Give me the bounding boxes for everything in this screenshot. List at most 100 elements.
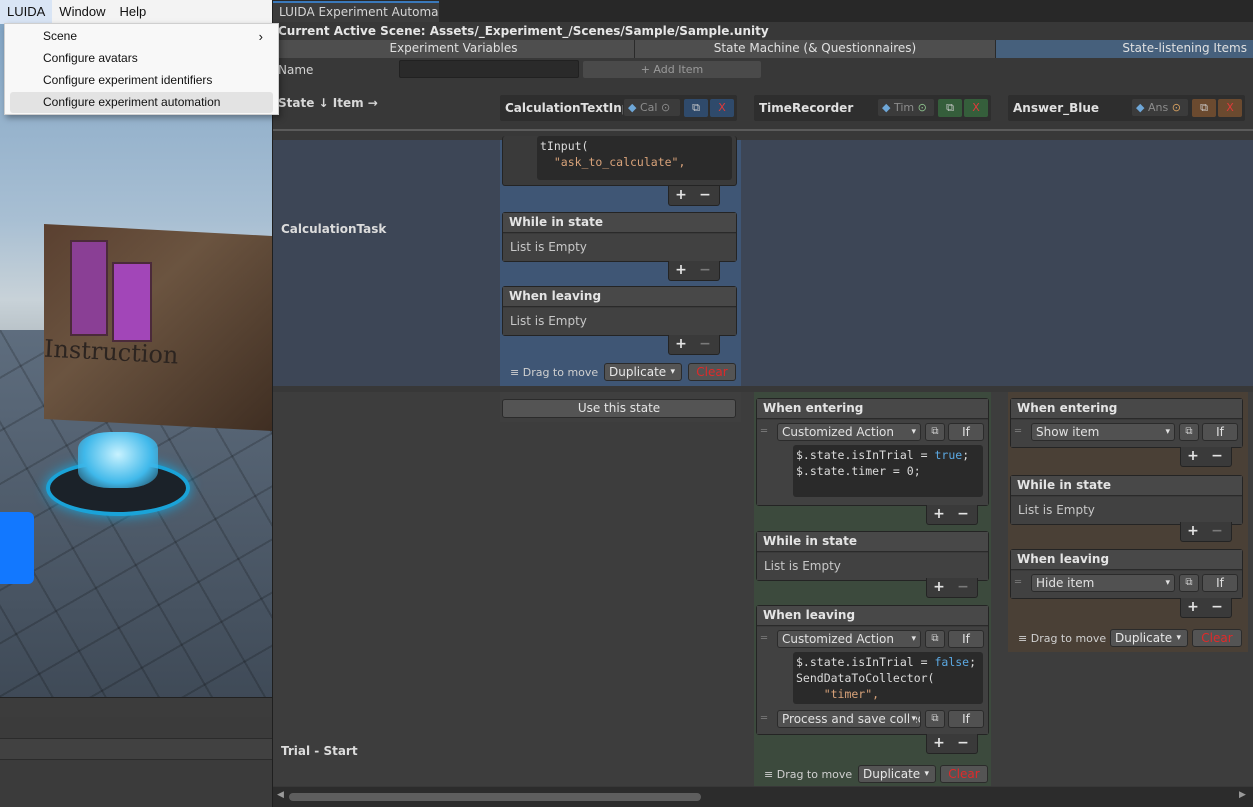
code-editor[interactable]: tInput( "ask_to_calculate", xyxy=(537,136,732,180)
add-button[interactable]: + xyxy=(927,578,951,596)
scroll-left-icon[interactable]: ◀ xyxy=(277,790,284,800)
scroll-right-icon[interactable]: ▶ xyxy=(1239,790,1246,800)
pick-icon[interactable]: ⊙ xyxy=(918,101,927,114)
drag-handle[interactable]: ≡ Drag to move xyxy=(510,366,598,379)
when-entering-block: When entering ═ Show item ▾ ⧉ If xyxy=(1010,398,1243,448)
link-icon: ⧉ xyxy=(946,101,954,114)
pick-icon[interactable]: ⊙ xyxy=(661,101,670,114)
tab-state-listening-items[interactable]: State-listening Items xyxy=(996,40,1253,58)
empty-list-label: List is Empty xyxy=(1018,503,1095,517)
object-field[interactable]: ◆ Ans ⊙ xyxy=(1132,99,1188,116)
drag-handle[interactable]: ≡ Drag to move xyxy=(1018,632,1106,645)
tab-experiment-variables[interactable]: Experiment Variables xyxy=(273,40,635,58)
menu-item-configure-avatars[interactable]: Configure avatars xyxy=(10,48,273,69)
duplicate-button[interactable]: Duplicate ▾ xyxy=(1110,629,1188,647)
if-condition-button[interactable]: If xyxy=(948,710,984,728)
chevron-down-icon: ▾ xyxy=(1176,633,1181,643)
link-button[interactable]: ⧉ xyxy=(938,99,962,117)
remove-button[interactable]: − xyxy=(1205,522,1229,540)
state-label: CalculationTask xyxy=(281,222,387,236)
add-button[interactable]: + xyxy=(1181,598,1205,616)
object-field[interactable]: ◆ Tim ⊙ xyxy=(878,99,934,116)
add-button[interactable]: + xyxy=(1181,522,1205,540)
link-icon: ⧉ xyxy=(931,713,939,724)
use-this-state-button[interactable]: Use this state xyxy=(502,399,736,418)
link-button[interactable]: ⧉ xyxy=(925,710,945,728)
remove-button[interactable]: − xyxy=(951,734,975,752)
action-type-dropdown[interactable]: Customized Action ▾ xyxy=(777,630,921,648)
reorder-handle[interactable]: ═ xyxy=(761,423,771,441)
action-type-dropdown[interactable]: Show item ▾ xyxy=(1031,423,1175,441)
scrollbar-thumb[interactable] xyxy=(289,793,701,801)
scene-lower-toolbar xyxy=(0,697,272,717)
remove-button[interactable]: − xyxy=(693,335,717,353)
duplicate-button[interactable]: Duplicate ▾ xyxy=(858,765,936,783)
remove-button[interactable]: − xyxy=(693,261,717,279)
reorder-handle[interactable]: ═ xyxy=(1015,574,1025,592)
add-button[interactable]: + xyxy=(927,734,951,752)
pick-icon[interactable]: ⊙ xyxy=(1172,101,1181,114)
link-icon: ⧉ xyxy=(1185,577,1193,588)
link-button[interactable]: ⧉ xyxy=(925,630,945,648)
chevron-down-icon: ▾ xyxy=(909,711,916,727)
code-editor[interactable]: $.state.isInTrial = true; $.state.timer =… xyxy=(793,445,983,497)
tab-state-machine[interactable]: State Machine (& Questionnaires) xyxy=(635,40,996,58)
drag-handle[interactable]: ≡ Drag to move xyxy=(764,768,852,781)
empty-list-label: List is Empty xyxy=(510,240,587,254)
reorder-handle[interactable]: ═ xyxy=(1015,423,1025,441)
link-button[interactable]: ⧉ xyxy=(1179,574,1199,592)
automation-window: LUIDA Experiment Automa... Current Activ… xyxy=(272,0,1253,807)
remove-column-button[interactable]: X xyxy=(1218,99,1242,117)
link-button[interactable]: ⧉ xyxy=(1179,423,1199,441)
if-condition-button[interactable]: If xyxy=(948,630,984,648)
remove-column-button[interactable]: X xyxy=(710,99,734,117)
remove-button[interactable]: − xyxy=(951,578,975,596)
state-item-axis-header: State ↓ Item → xyxy=(278,96,378,110)
scene-blue-cube xyxy=(0,512,34,584)
add-button[interactable]: + xyxy=(669,261,693,279)
if-condition-button[interactable]: If xyxy=(948,423,984,441)
clear-button[interactable]: Clear xyxy=(688,363,736,381)
remove-button[interactable]: − xyxy=(693,186,717,204)
scene-viewport[interactable]: Instruction xyxy=(0,0,272,807)
link-button[interactable]: ⧉ xyxy=(1192,99,1216,117)
if-condition-button[interactable]: If xyxy=(1202,423,1238,441)
duplicate-button[interactable]: Duplicate ▾ xyxy=(604,363,682,381)
remove-column-button[interactable]: X xyxy=(964,99,988,117)
clear-button[interactable]: Clear xyxy=(940,765,988,783)
add-button[interactable]: + xyxy=(669,335,693,353)
add-button[interactable]: + xyxy=(669,186,693,204)
link-button[interactable]: ⧉ xyxy=(684,99,708,117)
if-condition-button[interactable]: If xyxy=(1202,574,1238,592)
window-tab[interactable]: LUIDA Experiment Automa... xyxy=(273,1,439,22)
scene-screen-right xyxy=(112,262,152,342)
menu-item-configure-identifiers[interactable]: Configure experiment identifiers xyxy=(10,70,273,91)
drag-icon: ≡ xyxy=(764,768,774,781)
remove-button[interactable]: − xyxy=(951,505,975,523)
state-row-calculationtask: CalculationTask tInput( "ask_to_calculat… xyxy=(273,136,1253,386)
cube-icon: ◆ xyxy=(628,101,637,114)
add-button[interactable]: + xyxy=(1181,447,1205,465)
menu-help[interactable]: Help xyxy=(113,0,154,24)
reorder-handle[interactable]: ═ xyxy=(761,710,771,728)
action-type-dropdown[interactable]: Hide item ▾ xyxy=(1031,574,1175,592)
remove-button[interactable]: − xyxy=(1205,598,1229,616)
menu-item-configure-automation[interactable]: Configure experiment automation xyxy=(10,92,273,113)
clear-button[interactable]: Clear xyxy=(1192,629,1242,647)
menu-item-scene[interactable]: Scene › xyxy=(10,26,273,47)
reorder-handle[interactable]: ═ xyxy=(761,630,771,648)
menu-window[interactable]: Window xyxy=(52,0,112,24)
object-field[interactable]: ◆ Cal ⊙ xyxy=(624,99,680,116)
link-button[interactable]: ⧉ xyxy=(925,423,945,441)
action-type-dropdown[interactable]: Customized Action ▾ xyxy=(777,423,921,441)
when-entering-block: tInput( "ask_to_calculate", xyxy=(502,136,737,186)
menu-luida[interactable]: LUIDA xyxy=(0,0,53,24)
code-editor[interactable]: $.state.isInTrial = false; SendDataToColl… xyxy=(793,652,983,704)
add-button[interactable]: + xyxy=(927,505,951,523)
name-input[interactable] xyxy=(399,60,579,78)
add-item-button[interactable]: + Add Item xyxy=(583,61,761,78)
action-type-dropdown[interactable]: Process and save collected data▾ xyxy=(777,710,921,728)
add-remove-controls: + − xyxy=(1180,447,1232,467)
when-entering-block: When entering ═ Customized Action ▾ ⧉ If … xyxy=(756,398,989,506)
remove-button[interactable]: − xyxy=(1205,447,1229,465)
